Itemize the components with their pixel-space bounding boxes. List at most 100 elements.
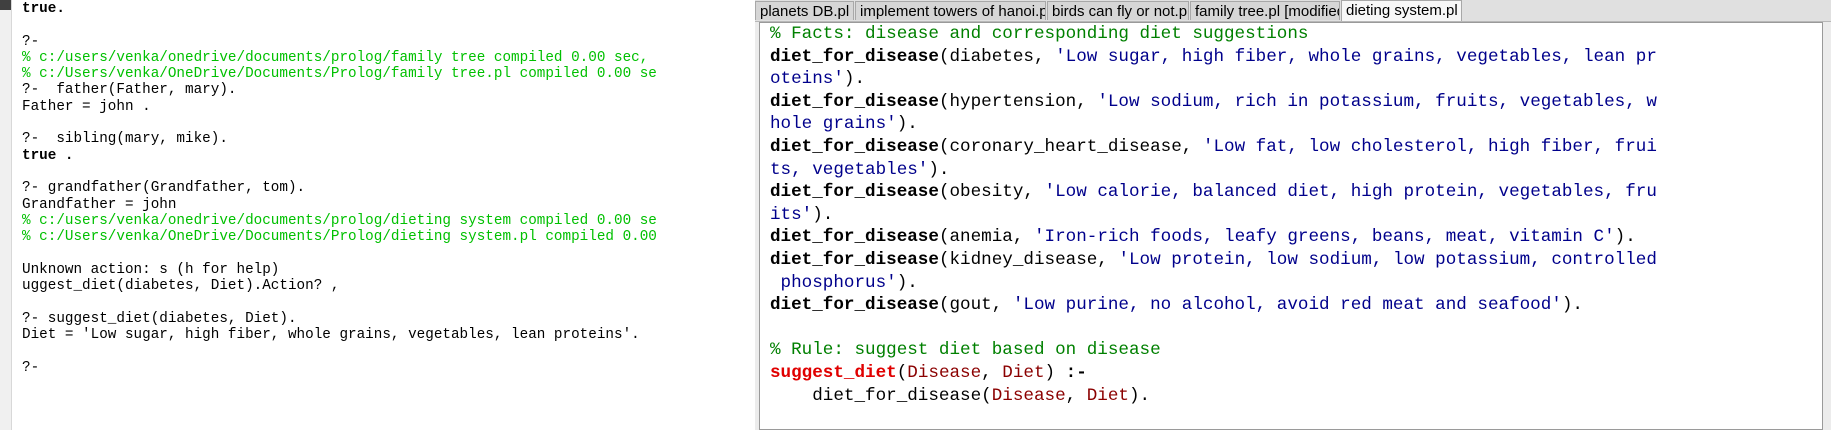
code-token-var: Disease [907,362,982,383]
console-line: ?- father(Father, mary). [22,82,237,99]
code-token-var: Diet [1002,362,1045,383]
code-line: ​ [770,317,1657,340]
code-token-pred: diet_for_disease [770,91,939,112]
console-line: true. [22,1,65,17]
code-token-str: 'Low protein, low sodium, low potassium,… [1118,249,1657,270]
console-line: ?- grandfather(Grandfather, tom). [22,180,306,197]
code-token-str: hole grains' [770,114,897,135]
code-token-atom: (obesity, [938,182,1045,203]
code-line: its'). [770,204,1657,227]
code-token-comment: % Facts: disease and corresponding diet … [770,24,1309,44]
code-token-str: 'Iron-rich foods, leafy greens, beans, m… [1033,227,1615,248]
window-corner [0,0,11,10]
code-token-atom: (anemia, [938,227,1034,248]
code-line: suggest_diet(Disease, Diet) :- [770,362,1657,385]
console-line: Unknown action: s (h for help) [22,261,280,278]
code-token-str: 'Low calorie, balanced diet, high protei… [1044,182,1657,203]
code-line: % Facts: disease and corresponding diet … [770,23,1657,46]
console-line: true . [22,147,74,164]
tab-planets-db-pl[interactable]: planets DB.pl [755,1,854,20]
code-token-atom: ). [843,69,866,90]
code-line: diet_for_disease(coronary_heart_disease,… [770,136,1657,159]
code-line: diet_for_disease(diabetes, 'Low sugar, h… [770,46,1657,69]
code-token-neck: :- [1065,362,1087,383]
console-line: % c:/Users/venka/OneDrive/Documents/Prol… [22,66,657,83]
console-line: Father = john . [22,98,151,115]
code-token-atom: ). [896,114,918,135]
code-token-pred: diet_for_disease [770,182,939,203]
console-line: ?- [22,359,40,376]
console-line: Diet = 'Low sugar, high fiber, whole gra… [22,326,640,343]
console-line: uggest_diet(diabetes, Diet).Action? , [22,278,340,295]
code-token-pred: diet_for_disease [770,249,939,270]
code-token-atom: (diabetes, [938,46,1056,67]
code-token-atom: ). [1128,385,1151,406]
code-token-atom: ). [1614,227,1636,248]
code-line: diet_for_disease(anemia, 'Iron-rich food… [770,226,1657,249]
code-line: ts, vegetables'). [770,159,1657,182]
code-line: oteins'). [770,68,1657,91]
code-editor[interactable]: % Facts: disease and corresponding diet … [759,22,1823,430]
code-token-var: Disease [991,385,1066,406]
code-token-comment: % Rule: suggest diet based on disease [770,340,1161,361]
console-line: ?- suggest_diet(diabetes, Diet). [22,310,297,327]
code-line: diet_for_disease(obesity, 'Low calorie, … [770,181,1657,204]
console-line: % c:/Users/venka/OneDrive/Documents/Prol… [22,229,657,246]
code-line: phosphorus'). [770,272,1657,295]
console-line: ?- [22,33,40,50]
code-token-atom: diet_for_disease( [770,385,992,406]
prolog-console[interactable]: true. ?-% c:/users/venka/onedrive/documen… [12,0,755,430]
code-token-pred: diet_for_disease [770,227,939,248]
editor-tab-bar: planets DB.pl implement towers of hanoi.p… [755,0,1831,22]
code-token-str: 'Low sugar, high fiber, whole grains, ve… [1055,46,1657,67]
code-token-atom: ). [928,159,950,180]
code-token-str: ts, vegetables' [770,159,929,180]
code-token-atom: (gout, [938,295,1013,316]
code-token-atom: ). [812,204,834,225]
code-token-pred: diet_for_disease [770,46,939,67]
console-line: Grandfather = john [22,196,177,213]
code-token-str: 'Low fat, low cholesterol, high fiber, f… [1202,136,1657,157]
code-token-atom: ) [1044,362,1066,383]
code-token-atom: ). [1561,295,1583,316]
code-line: hole grains'). [770,113,1657,136]
console-line: % c:/users/venka/onedrive/documents/prol… [22,49,649,66]
code-line: diet_for_disease(hypertension, 'Low sodi… [770,91,1657,114]
tab-implement-towers-of-hanoi-pl[interactable]: implement towers of hanoi.pl [855,1,1046,20]
code-token-atom: ( [896,362,908,383]
code-token-pred: diet_for_disease [770,295,939,316]
code-line: % Rule: suggest diet based on disease [770,339,1657,362]
code-token-atom: , [1065,385,1087,406]
code-token-head: suggest_diet [770,362,897,383]
code-token-atom: (coronary_heart_disease, [938,136,1203,157]
code-token-atom: , [981,362,1003,383]
console-line: % c:/users/venka/onedrive/documents/prol… [22,212,657,229]
console-line: ?- sibling(mary, mike). [22,131,228,148]
code-token-var: Diet [1086,385,1129,406]
tab-birds-can-fly-or-not-pl[interactable]: birds can fly or not.pl [1047,1,1189,20]
code-token-atom: (kidney_disease, [938,249,1119,270]
code-content: % Facts: disease and corresponding diet … [770,23,1657,407]
code-token-str: 'Low sodium, rich in potassium, fruits, … [1097,91,1657,112]
left-gutter [0,0,12,430]
code-token-str: oteins' [770,69,844,90]
code-token-str: phosphorus' [770,272,897,293]
tab-family-tree-pl-modified[interactable]: family tree.pl [modified] [1190,1,1340,20]
code-token-pred: diet_for_disease [770,136,939,157]
tab-dieting-system-pl[interactable]: dieting system.pl [1341,0,1462,21]
code-line: diet_for_disease(Disease, Diet). [770,385,1657,408]
code-line: diet_for_disease(kidney_disease, 'Low pr… [770,249,1657,272]
console-output: true. ?-% c:/users/venka/onedrive/documen… [22,1,657,376]
editor-pane: planets DB.pl implement towers of hanoi.p… [755,0,1831,430]
code-token-str: 'Low purine, no alcohol, avoid red meat … [1012,295,1562,316]
code-token-atom: ). [896,272,918,293]
code-token-atom: (hypertension, [938,91,1098,112]
code-token-str: its' [770,204,813,225]
code-line: diet_for_disease(gout, 'Low purine, no a… [770,294,1657,317]
